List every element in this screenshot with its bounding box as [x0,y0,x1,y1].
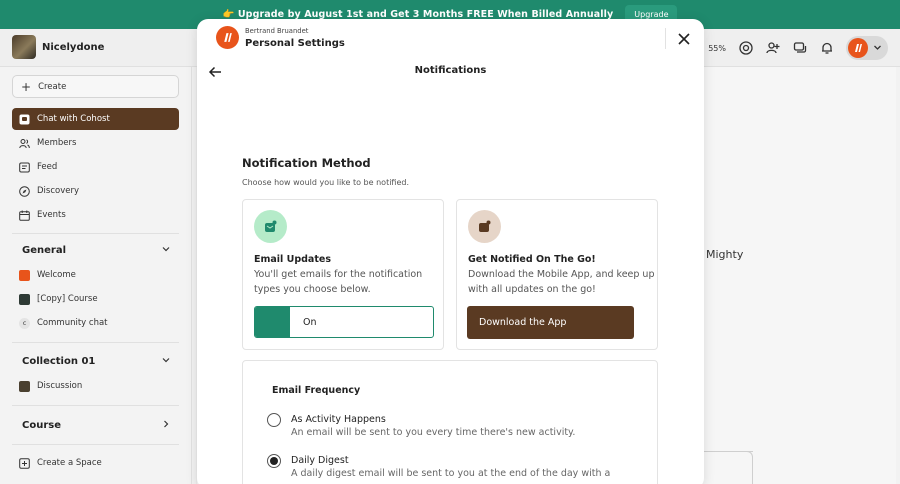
email-updates-card: Email Updates You'll get emails for the … [242,199,444,350]
plus-square-icon [19,457,30,469]
sidebar-item-discovery[interactable]: Discovery [12,180,179,202]
download-app-button[interactable]: Download the App [467,306,634,339]
radio-daily-digest[interactable] [267,454,281,468]
email-badge-icon [254,210,287,243]
email-card-description: You'll get emails for the notification t… [254,269,423,295]
radio-as-activity-happens[interactable] [267,413,281,427]
welcome-icon [19,269,30,281]
create-space-button[interactable]: Create a Space [12,452,179,474]
divider [12,405,179,406]
community-brand[interactable]: Nicelydone [12,35,104,59]
user-menu[interactable] [846,36,888,60]
discussion-icon [19,380,30,392]
page-title: Notifications [414,65,487,76]
chevron-down-icon [873,43,882,54]
sidebar-item-discussion[interactable]: Discussion [12,375,179,397]
sidebar-item-label: Feed [37,162,58,172]
email-frequency-heading: Email Frequency [272,385,361,396]
divider [665,28,666,49]
user-avatar [216,26,239,49]
sidebar-item-label: Discovery [37,186,79,196]
close-icon[interactable] [677,31,691,45]
chevron-right-icon [162,420,170,431]
mobile-app-card: Get Notified On The Go! Download the Mob… [456,199,658,350]
option-description: An email will be sent to you every time … [291,427,576,438]
compass-icon [19,185,30,197]
section-collection-01[interactable]: Collection 01 [22,356,170,367]
chat-icon [19,114,30,125]
sidebar-item-chat-with-cohost[interactable]: Chat with Cohost [12,108,179,130]
sidebar-item-label: Welcome [37,270,76,280]
sidebar-item-label: Members [37,138,77,148]
messages-icon[interactable] [792,41,807,56]
section-course[interactable]: Course [22,420,170,431]
sidebar: + Create Chat with Cohost Members Feed D… [0,67,192,484]
avatar [848,38,868,58]
sidebar-item-label: Community chat [37,318,108,328]
modal-title: Personal Settings [245,38,345,49]
option-title: Daily Digest [291,455,349,466]
app-card-title: Get Notified On The Go! [468,254,596,265]
background-card [706,451,753,484]
create-label: Create [38,81,67,92]
sidebar-item-events[interactable]: Events [12,204,179,226]
user-name: Bertrand Bruandet [245,27,309,35]
calendar-icon [19,210,30,221]
section-title: Collection 01 [22,356,96,367]
personal-settings-modal: Bertrand Bruandet Personal Settings Noti… [197,19,704,484]
option-title: As Activity Happens [291,414,386,425]
divider [12,342,179,343]
create-button[interactable]: + Create [12,75,179,98]
sidebar-item-label: [Copy] Course [37,294,98,304]
sidebar-item-welcome[interactable]: Welcome [12,264,179,286]
plus-icon: + [21,79,32,94]
app-card-description: Download the Mobile App, and keep up wit… [468,269,655,295]
sidebar-item-label: Chat with Cohost [37,114,110,124]
course-icon [19,293,30,305]
sidebar-item-label: Discussion [37,381,83,391]
chevron-down-icon [162,356,170,367]
sidebar-item-members[interactable]: Members [12,132,179,154]
radio-selected-dot [270,457,278,465]
support-icon[interactable] [738,41,753,56]
feed-icon [19,162,30,173]
community-logo [12,35,36,59]
background-text: Mighty [706,248,744,261]
community-chat-icon: c [19,317,30,329]
toggle-label: On [303,316,317,328]
sidebar-item-feed[interactable]: Feed [12,156,179,178]
email-updates-toggle[interactable]: On [254,306,434,338]
option-description: A daily digest email will be sent to you… [291,468,611,479]
toggle-knob [255,307,290,337]
bell-icon[interactable] [819,41,834,56]
phone-badge-icon [468,210,501,243]
divider [12,444,179,445]
chevron-down-icon [162,245,170,256]
header-actions: 55% [689,36,888,60]
notification-method-subtitle: Choose how would you like to be notified… [242,178,410,187]
section-general[interactable]: General [22,245,170,256]
email-card-title: Email Updates [254,254,331,265]
modal-header: Bertrand Bruandet Personal Settings [197,19,704,59]
community-name: Nicelydone [42,41,105,53]
sidebar-item-label: Events [37,210,66,220]
divider [12,233,179,234]
email-frequency-card: Email Frequency As Activity Happens An e… [242,360,658,484]
add-member-icon[interactable] [765,41,780,56]
members-icon [19,138,30,149]
notification-method-heading: Notification Method [242,156,371,170]
section-title: General [22,245,66,256]
sidebar-item-copy-course[interactable]: [Copy] Course [12,288,179,310]
progress-label: 55% [708,43,726,53]
create-space-label: Create a Space [37,458,102,468]
sidebar-item-community-chat[interactable]: c Community chat [12,312,179,334]
section-title: Course [22,420,61,431]
